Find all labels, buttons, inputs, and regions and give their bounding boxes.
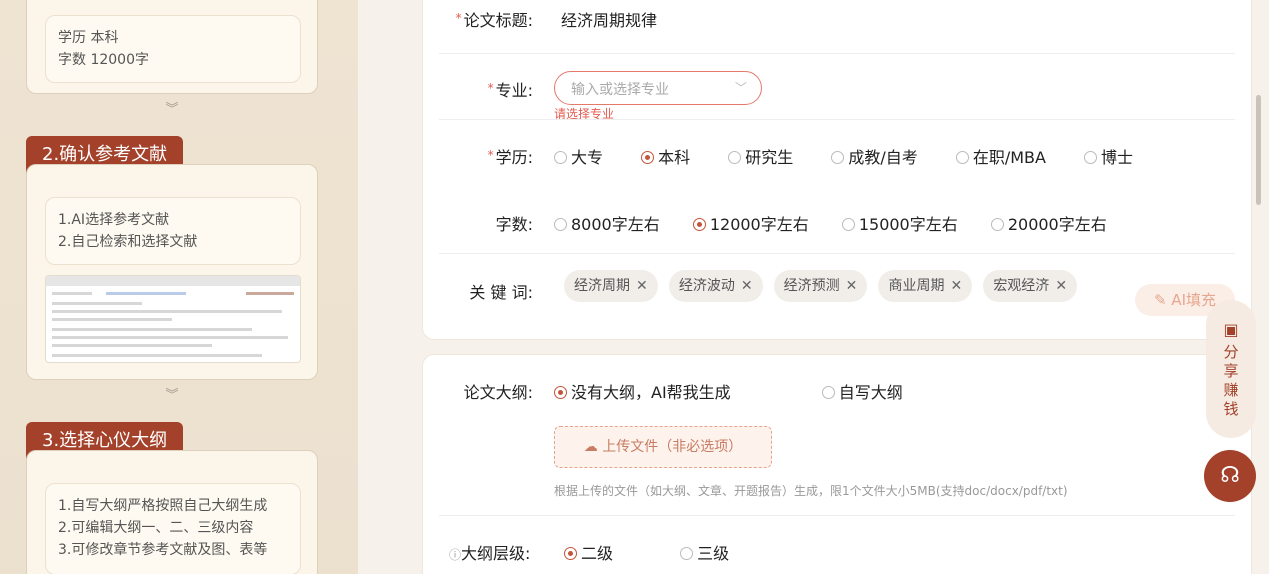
headset-icon: ☊ bbox=[1220, 463, 1240, 488]
form-area: * 论文标题: 经济周期规律 * 专业: 输入或选择专业 ﹀ 请选择专业 * 学历: … bbox=[358, 0, 1269, 574]
outline-option-ai[interactable]: 没有大纲，AI帮我生成 bbox=[554, 379, 731, 403]
outline-level-radio-group: 二级 三级 bbox=[564, 540, 757, 564]
title-label: * 论文标题: bbox=[455, 11, 533, 30]
edu-radio-group: 大专 本科 研究生 成教/自考 在职/MBA 博士 bbox=[554, 144, 1161, 168]
upload-hint: 根据上传的文件（如大纲、文章、开题报告）生成，限1个文件大小5MB(支持doc/… bbox=[554, 484, 1068, 498]
pen-sparkle-icon: ✎ bbox=[1153, 291, 1167, 309]
words-option-12000[interactable]: 12000字左右 bbox=[692, 211, 809, 235]
outline-label: 论文大纲: bbox=[463, 383, 533, 402]
outline-option-self[interactable]: 自写大纲 bbox=[821, 379, 903, 403]
step1-words: 字数 12000字 bbox=[58, 52, 149, 68]
close-icon[interactable]: ✕ bbox=[636, 278, 648, 294]
words-radio-group: 8000字左右 12000字左右 15000字左右 20000字左右 bbox=[554, 211, 1135, 235]
words-option-20000[interactable]: 20000字左右 bbox=[990, 211, 1107, 235]
chevron-down-icon: ︾ bbox=[165, 102, 179, 117]
step3-line3: 3.可修改章节参考文献及图、表等 bbox=[58, 542, 268, 558]
edu-option-benke[interactable]: 本科 bbox=[641, 144, 690, 168]
keyword-tag: 经济波动 ✕ bbox=[668, 270, 763, 302]
step3-info: 1.自写大纲严格按照自己大纲生成 2.可编辑大纲一、二、三级内容 3.可修改章节… bbox=[45, 483, 301, 574]
chevron-down-icon: ﹀ bbox=[734, 81, 747, 95]
step1-card: 学历 本科 字数 12000字 bbox=[26, 0, 318, 94]
step2-info: 1.AI选择参考文献 2.自己检索和选择文献 bbox=[45, 197, 301, 265]
scrollbar[interactable] bbox=[1256, 95, 1261, 205]
keyword-tag: 宏观经济 ✕ bbox=[983, 270, 1078, 302]
edu-option-yanjiusheng[interactable]: 研究生 bbox=[728, 144, 793, 168]
keywords-label: 关 键 词: bbox=[469, 283, 533, 302]
words-option-8000[interactable]: 8000字左右 bbox=[554, 211, 660, 235]
step2-card: 1.AI选择参考文献 2.自己检索和选择文献 bbox=[26, 164, 318, 380]
words-option-15000[interactable]: 15000字左右 bbox=[841, 211, 958, 235]
outline-level-option-2[interactable]: 二级 bbox=[564, 540, 613, 564]
keywords-list: 经济周期 ✕ 经济波动 ✕ 经济预测 ✕ 商业周期 ✕ 宏观经济 ✕ bbox=[564, 270, 1083, 302]
share-icon: ▣ bbox=[1223, 320, 1239, 339]
help-circle-icon[interactable]: ⓘ bbox=[449, 548, 461, 562]
upload-file-button[interactable]: ☁ 上传文件（非必选项） bbox=[554, 426, 772, 468]
outline-panel: 论文大纲: 没有大纲，AI帮我生成 自写大纲 ☁ 上传文件（非必选项） 根据上传… bbox=[422, 354, 1252, 574]
close-icon[interactable]: ✕ bbox=[950, 278, 962, 294]
outline-level-option-3[interactable]: 三级 bbox=[680, 540, 729, 564]
keyword-tag: 经济预测 ✕ bbox=[773, 270, 868, 302]
step1-edu: 学历 本科 bbox=[58, 30, 119, 46]
outline-level-label: ⓘ大纲层级: bbox=[449, 544, 531, 563]
reference-screenshot-thumbnail bbox=[45, 275, 301, 363]
upload-cloud-icon: ☁ bbox=[583, 439, 598, 455]
step2-line1: 1.AI选择参考文献 bbox=[58, 212, 170, 228]
words-label: 字数: bbox=[495, 215, 533, 234]
step1-info: 学历 本科 字数 12000字 bbox=[45, 15, 301, 83]
major-select[interactable]: 输入或选择专业 ﹀ bbox=[554, 71, 762, 105]
keyword-tag: 商业周期 ✕ bbox=[878, 270, 973, 302]
outline-radio-group: 没有大纲，AI帮我生成 自写大纲 bbox=[554, 379, 931, 403]
edu-label: * 学历: bbox=[487, 148, 533, 167]
chevron-down-icon: ︾ bbox=[165, 388, 179, 403]
customer-support-button[interactable]: ☊ bbox=[1204, 450, 1256, 502]
step2-line2: 2.自己检索和选择文献 bbox=[58, 234, 198, 250]
close-icon[interactable]: ✕ bbox=[741, 278, 753, 294]
edu-option-dazhuan[interactable]: 大专 bbox=[554, 144, 603, 168]
step3-line1: 1.自写大纲严格按照自己大纲生成 bbox=[58, 498, 268, 514]
major-label: * 专业: bbox=[487, 81, 533, 100]
edu-option-mba[interactable]: 在职/MBA bbox=[955, 144, 1046, 168]
step3-line2: 2.可编辑大纲一、二、三级内容 bbox=[58, 520, 254, 536]
steps-panel: 学历 本科 字数 12000字 ︾ 2.确认参考文献 1.AI选择参考文献 2.… bbox=[0, 0, 358, 574]
edu-option-boshi[interactable]: 博士 bbox=[1084, 144, 1133, 168]
share-earn-button[interactable]: ▣ 分 享 赚 钱 bbox=[1206, 300, 1256, 438]
close-icon[interactable]: ✕ bbox=[846, 278, 858, 294]
close-icon[interactable]: ✕ bbox=[1055, 278, 1067, 294]
major-placeholder: 输入或选择专业 bbox=[571, 82, 669, 98]
keyword-tag: 经济周期 ✕ bbox=[564, 270, 658, 302]
title-value[interactable]: 经济周期规律 bbox=[561, 7, 657, 31]
edu-option-chengjiao[interactable]: 成教/自考 bbox=[831, 144, 918, 168]
step3-card: 1.自写大纲严格按照自己大纲生成 2.可编辑大纲一、二、三级内容 3.可修改章节… bbox=[26, 450, 318, 574]
basic-info-panel: * 论文标题: 经济周期规律 * 专业: 输入或选择专业 ﹀ 请选择专业 * 学历: … bbox=[422, 0, 1252, 340]
